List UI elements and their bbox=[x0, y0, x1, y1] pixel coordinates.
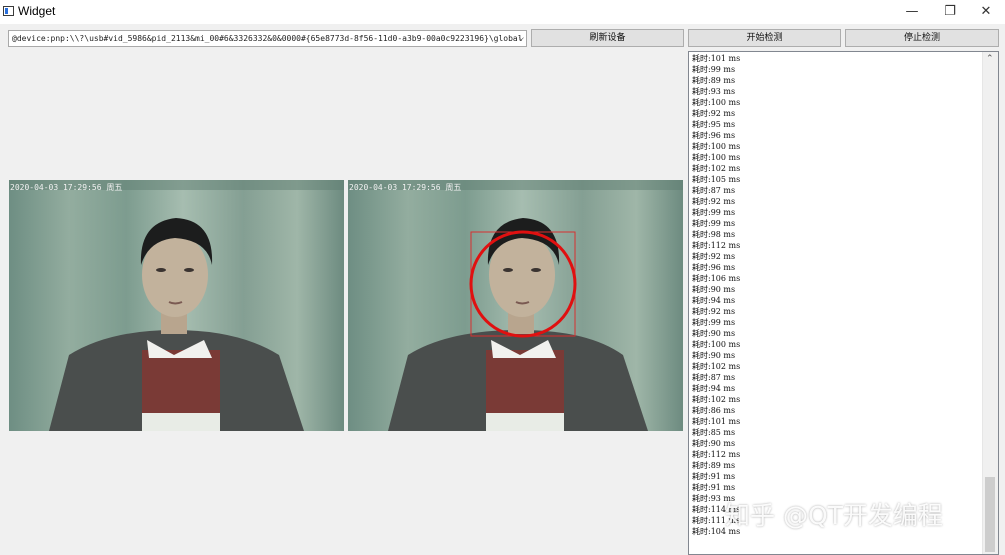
log-line: 耗时:96 ms bbox=[692, 263, 736, 272]
log-line: 耗时:91 ms bbox=[692, 483, 736, 492]
log-line: 耗时:96 ms bbox=[692, 131, 736, 140]
log-line: 耗时:99 ms bbox=[692, 219, 736, 228]
title-bar: Widget — ❐ ✕ bbox=[0, 0, 1005, 24]
device-combobox-value: @device:pnp:\\?\usb#vid_5986&pid_2113&mi… bbox=[12, 34, 523, 43]
device-combobox[interactable]: @device:pnp:\\?\usb#vid_5986&pid_2113&mi… bbox=[8, 30, 527, 47]
minimize-button[interactable]: — bbox=[894, 0, 930, 24]
log-line: 耗时:87 ms bbox=[692, 186, 736, 195]
log-line: 耗时:85 ms bbox=[692, 428, 736, 437]
log-line: 耗时:101 ms bbox=[692, 54, 741, 63]
video-timestamp: 2020-04-03 17:29:56 周五 bbox=[349, 183, 462, 192]
log-line: 耗时:102 ms bbox=[692, 362, 741, 371]
log-lines: 耗时:101 ms 耗时:99 ms 耗时:89 ms 耗时:93 ms 耗时:100 … bbox=[692, 53, 740, 537]
log-line: 耗时:90 ms bbox=[692, 351, 736, 360]
log-line: 耗时:112 ms bbox=[692, 450, 741, 459]
window-title: Widget bbox=[18, 4, 56, 18]
chevron-up-icon[interactable]: ⌃ bbox=[986, 54, 994, 64]
camera-preview-original: 2020-04-03 17:29:56 周五 bbox=[9, 180, 344, 431]
log-line: 耗时:99 ms bbox=[692, 208, 736, 217]
log-line: 耗时:112 ms bbox=[692, 241, 741, 250]
log-line: 耗时:92 ms bbox=[692, 197, 736, 206]
log-scrollbar[interactable]: ⌃ bbox=[982, 52, 998, 554]
timing-log-textbox[interactable]: 耗时:101 ms 耗时:99 ms 耗时:89 ms 耗时:93 ms 耗时:100 … bbox=[688, 51, 999, 555]
watermark: 知乎 @QT开发编程 bbox=[725, 501, 943, 530]
camera-image bbox=[9, 180, 344, 431]
video-timestamp: 2020-04-03 17:29:56 周五 bbox=[10, 183, 123, 192]
log-line: 耗时:91 ms bbox=[692, 472, 736, 481]
log-line: 耗时:105 ms bbox=[692, 175, 741, 184]
chevron-down-icon[interactable]: ⌵ bbox=[519, 31, 524, 46]
log-line: 耗时:94 ms bbox=[692, 384, 736, 393]
close-button[interactable]: ✕ bbox=[968, 0, 1004, 24]
log-line: 耗时:89 ms bbox=[692, 76, 736, 85]
log-line: 耗时:100 ms bbox=[692, 98, 741, 107]
stop-detection-button[interactable]: 停止检测 bbox=[845, 29, 999, 47]
log-line: 耗时:99 ms bbox=[692, 318, 736, 327]
log-line: 耗时:101 ms bbox=[692, 417, 741, 426]
camera-preview-detected: 2020-04-03 17:29:56 周五 bbox=[348, 180, 683, 431]
log-line: 耗时:87 ms bbox=[692, 373, 736, 382]
log-line: 耗时:93 ms bbox=[692, 87, 736, 96]
start-detection-button[interactable]: 开始检测 bbox=[688, 29, 841, 47]
log-line: 耗时:100 ms bbox=[692, 153, 741, 162]
log-line: 耗时:106 ms bbox=[692, 274, 741, 283]
camera-image bbox=[348, 180, 683, 431]
log-line: 耗时:92 ms bbox=[692, 307, 736, 316]
widget-window-icon bbox=[3, 6, 14, 16]
maximize-button[interactable]: ❐ bbox=[932, 0, 968, 24]
log-line: 耗时:92 ms bbox=[692, 109, 736, 118]
log-line: 耗时:102 ms bbox=[692, 395, 741, 404]
log-line: 耗时:100 ms bbox=[692, 340, 741, 349]
log-line: 耗时:90 ms bbox=[692, 285, 736, 294]
log-line: 耗时:100 ms bbox=[692, 142, 741, 151]
scrollbar-thumb[interactable] bbox=[985, 477, 995, 552]
refresh-device-button[interactable]: 刷新设备 bbox=[531, 29, 684, 47]
log-line: 耗时:90 ms bbox=[692, 439, 736, 448]
log-line: 耗时:92 ms bbox=[692, 252, 736, 261]
log-line: 耗时:95 ms bbox=[692, 120, 736, 129]
log-line: 耗时:90 ms bbox=[692, 329, 736, 338]
log-line: 耗时:89 ms bbox=[692, 461, 736, 470]
log-line: 耗时:102 ms bbox=[692, 164, 741, 173]
log-line: 耗时:99 ms bbox=[692, 65, 736, 74]
log-line: 耗时:86 ms bbox=[692, 406, 736, 415]
log-line: 耗时:98 ms bbox=[692, 230, 736, 239]
log-line: 耗时:94 ms bbox=[692, 296, 736, 305]
